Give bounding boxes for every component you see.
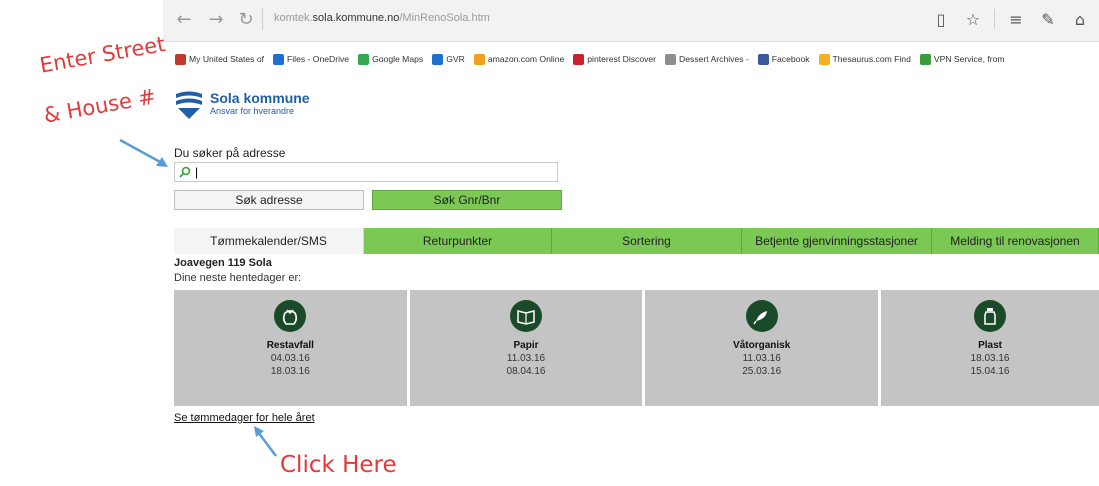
card-papir: Papir 11.03.16 08.04.16 (409, 290, 643, 406)
url-host: sola.kommune.no (312, 12, 400, 24)
book-icon (510, 300, 542, 332)
forward-arrow-icon[interactable]: → (203, 6, 229, 32)
search-label: Du søker på adresse (174, 146, 286, 160)
card-name: Våtorganisk (733, 340, 791, 351)
bookmark-item[interactable]: My United States of (175, 53, 264, 65)
url-path: /MinRenoSola.htm (399, 12, 490, 24)
bookmark-favicon-icon (432, 53, 444, 65)
pickup-cards: Restavfall 04.03.16 18.03.16 Papir 11.03… (174, 290, 1099, 406)
tab-tommekalender[interactable]: Tømmekalender/SMS (174, 228, 364, 254)
bookmark-label: Google Maps (372, 54, 424, 64)
bookmark-label: Thesaurus.com Find (832, 54, 911, 64)
card-date: 18.03.16 (270, 366, 310, 377)
bookmark-item[interactable]: GVR (432, 53, 465, 65)
full-year-link[interactable]: Se tømmedager for hele året (174, 412, 315, 424)
web-note-icon[interactable]: ✎ (1037, 6, 1059, 32)
bookmark-favicon-icon (358, 53, 370, 65)
card-name: Plast (978, 340, 1002, 351)
arrow-to-year-link (254, 426, 277, 457)
tab-melding-til-renovasjonen[interactable]: Melding til renovasjonen (932, 228, 1099, 254)
address-bar[interactable]: komtek.sola.kommune.no/MinRenoSola.htm (274, 12, 490, 24)
bookmark-favicon-icon (665, 53, 677, 65)
bookmark-item[interactable]: Files - OneDrive (273, 53, 350, 65)
bookmark-item[interactable]: amazon.com Online (473, 53, 565, 65)
result-address: Joavegen 119 Sola (174, 257, 272, 269)
annotation-house-number: & House # (42, 84, 158, 128)
food-waste-icon (745, 300, 778, 332)
back-arrow-icon[interactable]: ← (171, 6, 197, 32)
bookmark-label: amazon.com Online (487, 54, 565, 64)
bookmark-favicon-icon (757, 53, 769, 65)
card-vatorganisk: Våtorganisk 11.03.16 25.03.16 (645, 290, 879, 406)
url-prefix: komtek. (274, 12, 313, 24)
hub-icon[interactable]: ≡ (1005, 6, 1027, 32)
bookmark-favicon-icon (273, 53, 284, 65)
arrow-to-search (119, 138, 168, 167)
bookmark-label: My United States of (189, 54, 264, 64)
bookmark-item[interactable]: Dessert Archives - (665, 53, 749, 65)
search-icon (179, 166, 191, 178)
bookmark-item[interactable]: VPN Service, from (919, 53, 1005, 65)
toolbar-icons: ▯ ☆ ≡ ✎ ⌂ (930, 6, 1091, 32)
card-name: Restavfall (266, 340, 314, 351)
card-date: 08.04.16 (506, 366, 546, 377)
search-gnr-bnr-button[interactable]: Søk Gnr/Bnr (372, 190, 562, 210)
address-search-field[interactable] (174, 162, 558, 182)
card-plast: Plast 18.03.16 15.04.16 (881, 290, 1099, 406)
sola-logo-icon (176, 91, 202, 119)
trash-bag-icon (274, 300, 307, 332)
annotation-enter-street: Enter Street (38, 31, 168, 78)
tab-sortering[interactable]: Sortering (552, 228, 742, 254)
bookmark-item[interactable]: Google Maps (358, 53, 424, 65)
card-date: 11.03.16 (506, 353, 546, 364)
card-restavfall: Restavfall 04.03.16 18.03.16 (174, 290, 407, 406)
card-name: Papir (513, 340, 539, 351)
card-date: 11.03.16 (742, 353, 781, 364)
plastic-bottle-icon (974, 300, 1007, 332)
card-date: 18.03.16 (970, 353, 1010, 364)
favorite-star-icon[interactable]: ☆ (962, 6, 984, 32)
browser-toolbar: ← → ↻ komtek.sola.kommune.no/MinRenoSola… (163, 0, 1099, 42)
logo-subtitle: Ansvar for hverandre (210, 106, 295, 116)
tab-returpunkter[interactable]: Returpunkter (364, 228, 552, 254)
bookmark-favicon-icon (473, 53, 485, 65)
tab-bar: Tømmekalender/SMS Returpunkter Sortering… (174, 228, 1099, 254)
bookmark-item[interactable]: Thesaurus.com Find (818, 53, 911, 65)
bookmark-label: Files - OneDrive (287, 54, 350, 64)
bookmark-label: Facebook (771, 54, 810, 64)
refresh-icon[interactable]: ↻ (233, 6, 259, 32)
card-date: 15.04.16 (970, 366, 1010, 377)
reading-view-icon[interactable]: ▯ (930, 6, 952, 32)
address-search-input[interactable] (195, 165, 535, 179)
bookmark-favicon-icon (175, 53, 186, 65)
favorites-bar: My United States of Files - OneDrive Googl… (163, 48, 1099, 70)
card-date: 25.03.16 (742, 366, 782, 377)
toolbar-divider (994, 9, 995, 29)
bookmark-favicon-icon (919, 53, 931, 65)
search-address-button[interactable]: Søk adresse (174, 190, 364, 210)
bookmark-item[interactable]: Facebook (757, 53, 810, 65)
bookmark-label: GVR (446, 54, 465, 64)
card-date: 04.03.16 (270, 353, 310, 364)
bookmark-item[interactable]: pinterest Discover (573, 53, 657, 65)
bookmark-favicon-icon (573, 53, 585, 65)
bookmark-label: VPN Service, from (933, 54, 1005, 64)
annotation-click-here: Click Here (280, 452, 397, 478)
sola-logo[interactable]: Sola kommune Ansvar for hverandre (174, 88, 310, 120)
logo-title: Sola kommune (210, 90, 310, 106)
bookmark-label: Dessert Archives - (679, 54, 749, 64)
share-icon[interactable]: ⌂ (1069, 6, 1091, 32)
bookmark-favicon-icon (818, 53, 830, 65)
next-days-label: Dine neste hentedager er: (174, 272, 302, 284)
tab-betjente-gjenvinningsstasjoner[interactable]: Betjente gjenvinningsstasjoner (742, 228, 932, 254)
address-divider (262, 8, 263, 30)
bookmark-label: pinterest Discover (587, 54, 657, 64)
